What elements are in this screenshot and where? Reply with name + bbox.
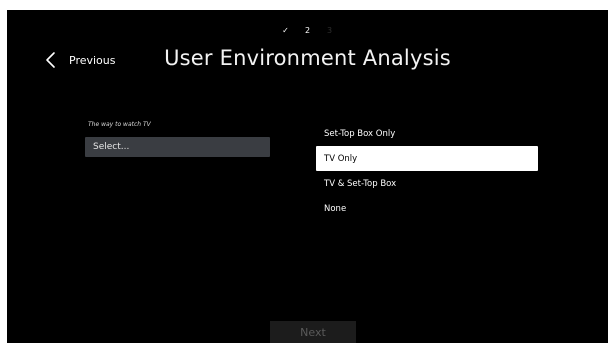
next-button[interactable]: Next [270, 321, 356, 343]
field-label: The way to watch TV [88, 121, 151, 128]
option-set-top-box-only[interactable]: Set-Top Box Only [316, 121, 538, 146]
step-1-checkmark-icon: ✓ [282, 26, 289, 35]
watch-tv-select[interactable]: Select... [85, 137, 270, 157]
step-2: 2 [304, 26, 311, 35]
option-tv-and-set-top-box[interactable]: TV & Set-Top Box [316, 171, 538, 196]
tv-screen: ✓ 2 3 Previous User Environment Analysis… [7, 10, 608, 343]
step-3: 3 [326, 26, 333, 35]
option-list: Set-Top Box Only TV Only TV & Set-Top Bo… [316, 121, 538, 221]
option-none[interactable]: None [316, 196, 538, 221]
option-tv-only[interactable]: TV Only [316, 146, 538, 171]
step-indicator: ✓ 2 3 [7, 26, 608, 36]
page-title: User Environment Analysis [164, 46, 451, 70]
